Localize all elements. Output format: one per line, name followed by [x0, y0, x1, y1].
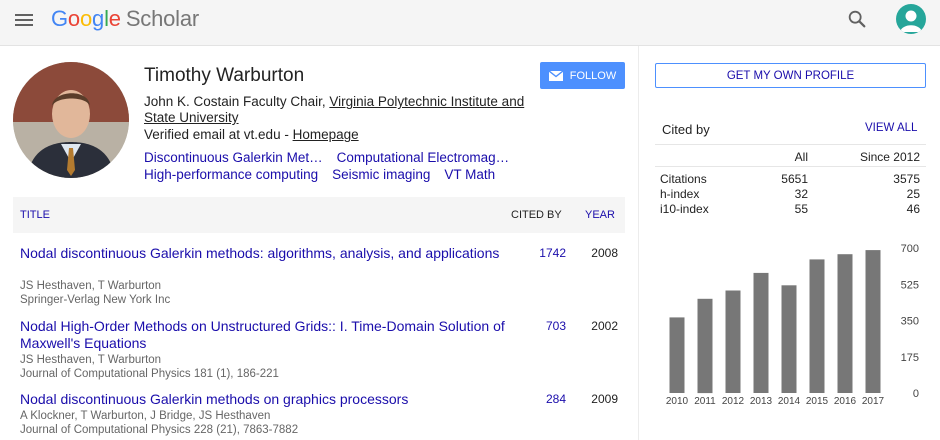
sort-by-year[interactable]: YEAR [585, 209, 615, 221]
menu-icon[interactable] [13, 9, 37, 31]
affiliation-text: John K. Costain Faculty Chair, [144, 94, 330, 109]
interest-link[interactable]: Discontinuous Galerkin Met… [144, 150, 323, 165]
y-tick-label: 525 [901, 279, 919, 291]
x-tick-label: 2010 [666, 396, 689, 407]
y-tick-label: 175 [901, 352, 919, 364]
stats-row: i10-index 55 46 [660, 202, 922, 217]
x-tick-label: 2015 [806, 396, 829, 407]
google-scholar-logo[interactable]: Google Scholar [51, 6, 199, 32]
chart-bar[interactable] [697, 298, 713, 394]
citations-per-year-chart: 2010 2011 2012 2013 2014 2015 2016 2017 0 175 350 5… [666, 243, 919, 407]
email-text: Verified email at vt.edu - [144, 127, 293, 142]
stat-since: 25 [906, 187, 920, 201]
chart-bar[interactable] [725, 290, 741, 394]
y-tick-label: 350 [901, 316, 919, 328]
sort-by-title[interactable]: TITLE [20, 209, 50, 221]
follow-button[interactable]: FOLLOW [540, 62, 625, 89]
chart-bar[interactable] [753, 272, 769, 393]
chart-bar[interactable] [781, 285, 797, 393]
article-venue: Springer-Verlag New York Inc [20, 294, 171, 306]
chart-bar[interactable] [669, 317, 685, 393]
follow-label: FOLLOW [569, 69, 617, 82]
article-title[interactable]: Nodal discontinuous Galerkin methods on … [20, 391, 515, 408]
interest-link[interactable]: Computational Electromag… [337, 150, 510, 165]
cited-by-column-header: CITED BY [511, 209, 562, 221]
article-title[interactable]: Nodal High-Order Methods on Unstructured… [20, 318, 515, 352]
x-tick-label: 2013 [750, 396, 773, 407]
search-icon[interactable] [846, 8, 868, 30]
stat-since: 3575 [893, 172, 920, 186]
cited-by-count[interactable]: 1742 [520, 246, 566, 260]
stat-all: 5651 [781, 172, 808, 186]
stat-since: 46 [906, 202, 920, 216]
chart-bar[interactable] [837, 254, 853, 393]
affiliation: John K. Costain Faculty Chair, Virginia … [144, 94, 534, 126]
cited-by-count[interactable]: 703 [520, 319, 566, 333]
view-all-link[interactable]: VIEW ALL [865, 122, 917, 134]
stats-col-all: All [794, 150, 808, 164]
article-venue: Journal of Computational Physics 228 (21… [20, 424, 299, 436]
article-authors: JS Hesthaven, T Warburton [20, 280, 162, 292]
y-tick-label: 700 [901, 243, 919, 255]
column-divider [638, 46, 639, 440]
article-venue: Journal of Computational Physics 181 (1)… [20, 368, 279, 380]
homepage-link[interactable]: Homepage [293, 127, 359, 142]
article-year: 2002 [591, 319, 618, 333]
mail-icon [548, 70, 563, 81]
x-tick-label: 2012 [722, 396, 745, 407]
divider [655, 144, 926, 145]
research-interests: Discontinuous Galerkin Met… Computational… [144, 149, 544, 183]
article-authors: A Klockner, T Warburton, J Bridge, JS He… [20, 410, 271, 422]
article-authors: JS Hesthaven, T Warburton [20, 354, 162, 366]
stat-all: 55 [794, 202, 808, 216]
article-year: 2008 [591, 246, 618, 260]
article-title[interactable]: Nodal discontinuous Galerkin methods: al… [20, 245, 515, 262]
stat-label: i10-index [660, 202, 709, 216]
account-avatar[interactable] [896, 4, 926, 34]
stat-label: Citations [660, 172, 707, 186]
chart-bar[interactable] [865, 250, 881, 393]
interest-link[interactable]: VT Math [444, 167, 495, 182]
profile-photo [13, 62, 129, 178]
article-year: 2009 [591, 392, 618, 406]
interest-link[interactable]: Seismic imaging [332, 167, 430, 182]
verified-email: Verified email at vt.edu - Homepage [144, 127, 359, 142]
x-tick-label: 2011 [694, 396, 716, 407]
top-bar: Google Scholar [0, 0, 940, 46]
x-tick-label: 2017 [862, 396, 885, 407]
stats-row: h-index 32 25 [660, 187, 922, 202]
stat-all: 32 [794, 187, 808, 201]
chart-bar[interactable] [809, 259, 825, 393]
profile-name: Timothy Warburton [144, 65, 305, 86]
get-my-own-profile-button[interactable]: GET MY OWN PROFILE [655, 63, 926, 88]
y-tick-label: 0 [913, 388, 919, 400]
x-tick-label: 2016 [834, 396, 857, 407]
interest-link[interactable]: High-performance computing [144, 167, 318, 182]
articles-table-header: TITLE CITED BY YEAR [13, 197, 625, 233]
cited-by-count[interactable]: 284 [520, 392, 566, 406]
cited-by-heading: Cited by [662, 122, 710, 137]
scholar-wordmark: Scholar [125, 6, 200, 31]
divider [655, 166, 926, 167]
stats-col-since: Since 2012 [859, 150, 920, 164]
x-tick-label: 2014 [778, 396, 801, 407]
stats-row: Citations 5651 3575 [660, 172, 922, 187]
stat-label: h-index [660, 187, 700, 201]
